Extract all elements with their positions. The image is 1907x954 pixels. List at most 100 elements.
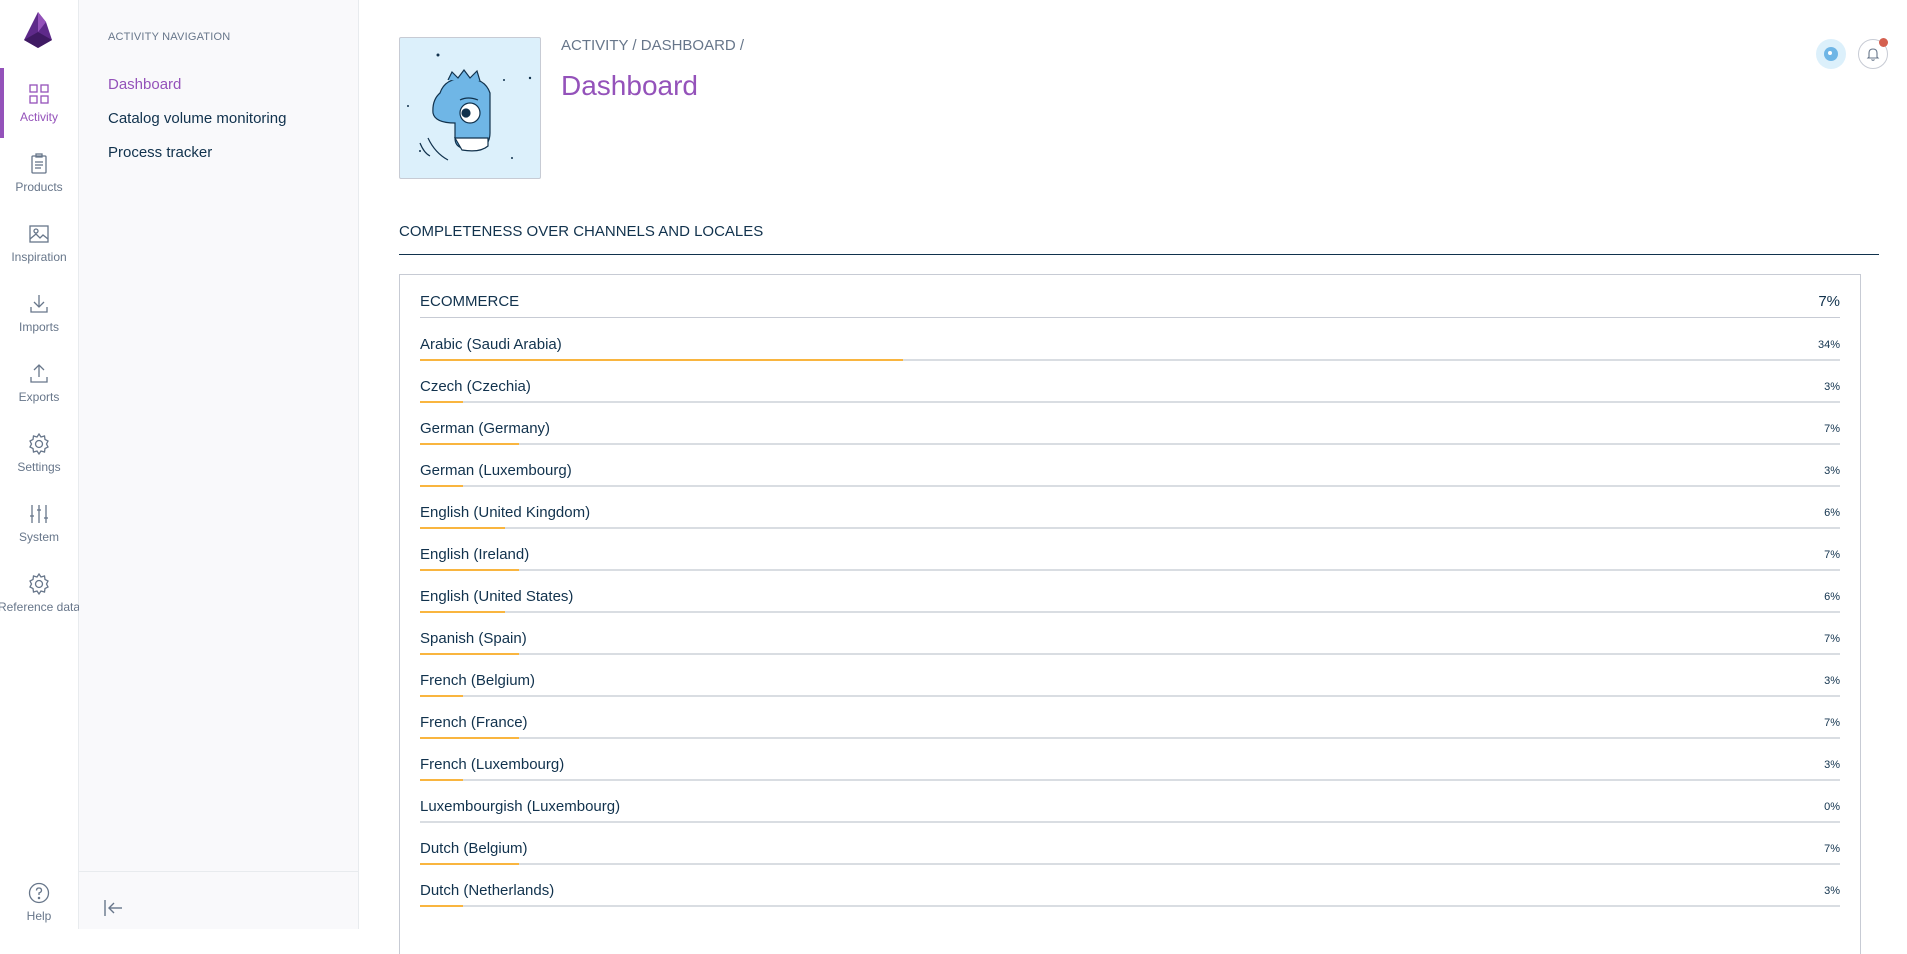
locale-name: English (United Kingdom) xyxy=(420,504,591,521)
locale-row: Czech (Czechia) 3% xyxy=(420,378,1840,410)
menu-item-products[interactable]: Products xyxy=(0,138,78,208)
sub-nav-item-catalog-volume-monitoring[interactable]: Catalog volume monitoring xyxy=(108,110,286,127)
sub-nav-title: ACTIVITY NAVIGATION xyxy=(108,31,231,43)
completeness-bar-fill xyxy=(420,653,520,655)
menu-item-exports[interactable]: Exports xyxy=(0,348,78,418)
channel-name: ECOMMERCE xyxy=(420,293,520,310)
menu-item-label: Imports xyxy=(18,320,59,334)
completeness-bar-fill xyxy=(420,401,463,403)
completeness-bar-fill xyxy=(420,695,463,697)
completeness-bar-track xyxy=(420,569,1840,571)
locale-completeness: 3% xyxy=(1824,675,1840,687)
locale-row: German (Luxembourg) 3% xyxy=(420,462,1840,494)
menu-item-reference-data[interactable]: Reference data xyxy=(0,558,81,628)
locale-name: German (Germany) xyxy=(420,420,551,437)
locale-name: Dutch (Belgium) xyxy=(420,840,528,857)
locale-completeness: 3% xyxy=(1824,885,1840,897)
locale-row: Spanish (Spain) 7% xyxy=(420,630,1840,662)
completeness-bar-fill xyxy=(420,863,520,865)
channel-completeness-card: ECOMMERCE 7% Arabic (Saudi Arabia) 34% Cze… xyxy=(399,274,1861,954)
menu-item-system[interactable]: System xyxy=(0,488,78,558)
section-title: COMPLETENESS OVER CHANNELS AND LOCALES xyxy=(399,223,1879,255)
completeness-bar-track xyxy=(420,611,1840,613)
settings-icon xyxy=(29,432,49,456)
locale-row: Luxembourgish (Luxembourg) 0% xyxy=(420,798,1840,830)
help-icon xyxy=(28,882,50,904)
user-avatar-icon xyxy=(1824,47,1838,61)
completeness-bar-track xyxy=(420,359,1840,361)
completeness-bar-fill xyxy=(420,359,903,361)
channel-completeness: 7% xyxy=(1818,293,1840,310)
menu-item-label: Exports xyxy=(18,390,60,404)
locale-name: French (Luxembourg) xyxy=(420,756,565,773)
bell-icon xyxy=(1866,48,1880,61)
completeness-bar-fill xyxy=(420,443,520,445)
menu-item-label: Help xyxy=(26,909,52,923)
sub-nav-footer xyxy=(79,871,358,930)
locale-name: English (Ireland) xyxy=(420,546,530,563)
akeneo-logo[interactable] xyxy=(18,10,58,50)
locale-row: French (Belgium) 3% xyxy=(420,672,1840,704)
locale-completeness: 6% xyxy=(1824,591,1840,603)
completeness-bar-fill xyxy=(420,569,520,571)
page-title: Dashboard xyxy=(561,70,698,101)
locale-name: English (United States) xyxy=(420,588,574,605)
locale-completeness: 3% xyxy=(1824,381,1840,393)
locale-name: Luxembourgish (Luxembourg) xyxy=(420,798,621,815)
menu-item-label: Inspiration xyxy=(11,250,67,264)
menu-item-label: System xyxy=(18,530,59,544)
dashboard-illustration xyxy=(399,37,541,179)
completeness-bar-fill xyxy=(420,611,506,613)
locale-completeness: 0% xyxy=(1824,801,1840,813)
locale-completeness: 7% xyxy=(1824,423,1840,435)
breadcrumb[interactable]: ACTIVITY / DASHBOARD / xyxy=(561,37,744,54)
completeness-bar-fill xyxy=(420,779,463,781)
inspiration-icon xyxy=(29,225,49,243)
locale-name: German (Luxembourg) xyxy=(420,462,572,479)
locale-row: English (Ireland) 7% xyxy=(420,546,1840,578)
menu-item-label: Settings xyxy=(17,460,61,474)
menu-item-label: Products xyxy=(15,180,63,194)
exports-icon xyxy=(30,364,48,383)
sub-nav-item-dashboard[interactable]: Dashboard xyxy=(108,76,181,93)
locale-row: French (France) 7% xyxy=(420,714,1840,746)
locale-name: Dutch (Netherlands) xyxy=(420,882,555,899)
products-icon xyxy=(31,153,47,174)
reference-data-icon xyxy=(29,572,49,596)
menu-item-label: Activity xyxy=(19,110,58,124)
locale-row: French (Luxembourg) 3% xyxy=(420,756,1840,788)
menu-item-activity[interactable]: Activity xyxy=(0,68,78,138)
locale-completeness: 3% xyxy=(1824,759,1840,771)
collapse-panel-icon[interactable] xyxy=(101,896,125,920)
main-menu: Activity Products Inspiration Imports Ex… xyxy=(0,0,81,929)
menu-item-label: Reference data xyxy=(0,600,81,614)
menu-item-settings[interactable]: Settings xyxy=(0,418,78,488)
user-avatar[interactable] xyxy=(1816,39,1846,69)
menu-item-imports[interactable]: Imports xyxy=(0,278,78,348)
completeness-bar-fill xyxy=(420,527,506,529)
locale-completeness: 3% xyxy=(1824,465,1840,477)
locale-row: Dutch (Belgium) 7% xyxy=(420,840,1840,872)
system-icon xyxy=(30,505,48,523)
completeness-bar-track xyxy=(420,695,1840,697)
completeness-bar-fill xyxy=(420,905,463,907)
locale-completeness: 7% xyxy=(1824,549,1840,561)
completeness-bar-fill xyxy=(420,485,463,487)
menu-item-help[interactable]: Help xyxy=(0,880,78,924)
locale-row: Arabic (Saudi Arabia) 34% xyxy=(420,336,1840,368)
completeness-bar-track xyxy=(420,443,1840,445)
locale-completeness: 7% xyxy=(1824,717,1840,729)
locale-row: Dutch (Netherlands) 3% xyxy=(420,882,1840,914)
menu-item-inspiration[interactable]: Inspiration xyxy=(0,208,78,278)
sub-nav-item-process-tracker[interactable]: Process tracker xyxy=(108,144,212,161)
locale-row: English (United Kingdom) 6% xyxy=(420,504,1840,536)
locale-row: English (United States) 6% xyxy=(420,588,1840,620)
completeness-bar-track xyxy=(420,737,1840,739)
locale-name: Czech (Czechia) xyxy=(420,378,531,395)
completeness-bar-fill xyxy=(420,737,520,739)
notifications-button[interactable] xyxy=(1858,38,1888,69)
locale-completeness: 34% xyxy=(1817,339,1840,351)
locale-name: Arabic (Saudi Arabia) xyxy=(420,336,562,353)
locale-name: Spanish (Spain) xyxy=(420,630,527,647)
completeness-bar-track xyxy=(420,653,1840,655)
